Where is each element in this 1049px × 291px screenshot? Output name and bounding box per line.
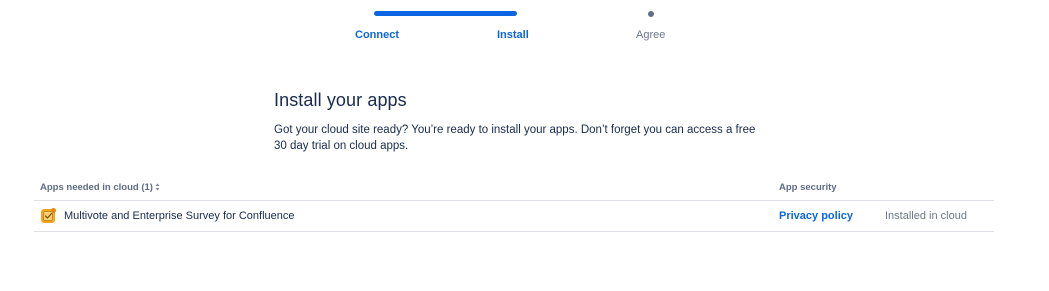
- page-title: Install your apps: [274, 90, 407, 110]
- sort-icon[interactable]: [155, 183, 160, 191]
- table-row: Multivote and Enterprise Survey for Conf…: [34, 201, 994, 232]
- step-connect[interactable]: Connect: [355, 29, 399, 41]
- table-header: Apps needed in cloud (1) App security: [34, 178, 994, 201]
- column-header-apps[interactable]: Apps needed in cloud (1): [40, 182, 160, 193]
- survey-app-icon: [41, 208, 56, 223]
- step-install[interactable]: Install: [497, 29, 529, 41]
- apps-table: Apps needed in cloud (1) App security Mu…: [34, 178, 994, 232]
- progress-tracker: Connect Install Agree: [0, 0, 1049, 50]
- migration-install-page: Connect Install Agree Install your apps …: [0, 0, 1049, 291]
- page-description: Got your cloud site ready? You’re ready …: [274, 124, 756, 152]
- progress-bar-completed: [374, 11, 517, 16]
- install-status: Installed in cloud: [885, 210, 967, 222]
- step-agree: Agree: [636, 29, 666, 41]
- app-name: Multivote and Enterprise Survey for Conf…: [64, 210, 295, 222]
- column-header-apps-label: Apps needed in cloud (1): [40, 182, 153, 193]
- progress-dot-agree: [648, 11, 654, 17]
- column-header-security: App security: [779, 182, 837, 193]
- privacy-policy-link[interactable]: Privacy policy: [779, 210, 853, 222]
